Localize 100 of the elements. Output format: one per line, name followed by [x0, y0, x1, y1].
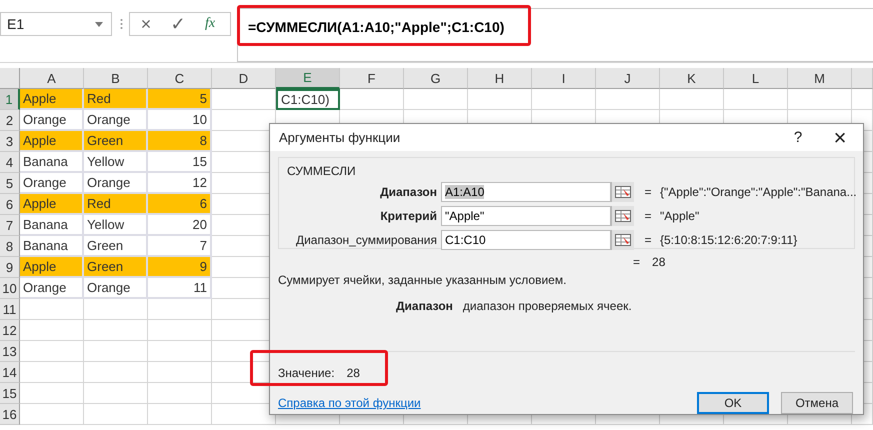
- table-cell: [20, 320, 84, 341]
- row-header[interactable]: 3: [0, 131, 20, 152]
- range-picker-button[interactable]: [611, 230, 634, 250]
- argument-label: Критерий: [379, 209, 437, 223]
- row-header[interactable]: 14: [0, 362, 20, 383]
- table-cell: Apple: [20, 194, 84, 215]
- function-description: Суммирует ячейки, заданные указанным условием.: [278, 273, 568, 287]
- row-header[interactable]: 1: [0, 89, 20, 110]
- column-header[interactable]: B: [84, 68, 148, 89]
- column-header[interactable]: H: [468, 68, 532, 89]
- help-button[interactable]: ?: [779, 129, 817, 146]
- argument-description: диапазон проверяемых ячеек.: [462, 299, 632, 313]
- row-header[interactable]: 7: [0, 215, 20, 236]
- name-box[interactable]: E1: [0, 12, 112, 36]
- table-cell: Apple: [20, 89, 84, 110]
- row-header[interactable]: 12: [0, 320, 20, 341]
- table-cell: [84, 404, 148, 425]
- row-header[interactable]: 5: [0, 173, 20, 194]
- range-picker-button[interactable]: [611, 182, 634, 202]
- table-cell: Banana: [20, 215, 84, 236]
- table-cell: Yellow: [84, 215, 148, 236]
- row-header[interactable]: 10: [0, 278, 20, 299]
- argument-result: {"Apple":"Orange":"Apple":"Banana...: [660, 185, 857, 199]
- table-cell: 5: [148, 89, 212, 110]
- row-header[interactable]: 13: [0, 341, 20, 362]
- column-header[interactable]: L: [724, 68, 788, 89]
- row-header[interactable]: 9: [0, 257, 20, 278]
- insert-function-button[interactable]: fx: [194, 16, 226, 32]
- table-cell: [84, 362, 148, 383]
- argument-field[interactable]: C1:C10: [441, 230, 611, 250]
- enter-button[interactable]: ✓: [162, 14, 194, 34]
- column-header[interactable]: G: [404, 68, 468, 89]
- dialog-title: Аргументы функции: [279, 130, 402, 145]
- formula-result: 28: [652, 255, 666, 269]
- row-header[interactable]: 16: [0, 404, 20, 425]
- function-name: СУММЕСЛИ: [287, 164, 357, 178]
- value-text: 28: [346, 366, 360, 380]
- table-cell: 8: [148, 131, 212, 152]
- table-cell: [148, 404, 212, 425]
- grip-icon: [120, 18, 123, 30]
- argument-field[interactable]: A1:A10: [441, 182, 611, 202]
- table-cell: 9: [148, 257, 212, 278]
- value-label: Значение:: [278, 366, 335, 380]
- table-cell: [20, 383, 84, 404]
- table-cell: Orange: [84, 278, 148, 299]
- row-header[interactable]: 8: [0, 236, 20, 257]
- table-cell: Apple: [20, 257, 84, 278]
- table-cell: 11: [148, 278, 212, 299]
- help-link[interactable]: Справка по этой функции: [278, 396, 685, 410]
- range-picker-icon: [615, 186, 631, 198]
- formula-field[interactable]: =СУММЕСЛИ(A1:A10;"Apple";C1:C10): [237, 8, 873, 62]
- argument-result: {5:10:8:15:12:6:20:7:9:11}: [660, 233, 798, 247]
- table-cell: 20: [148, 215, 212, 236]
- range-picker-icon: [615, 210, 631, 222]
- column-header[interactable]: F: [340, 68, 404, 89]
- table-cell: [84, 299, 148, 320]
- argument-field[interactable]: "Apple": [441, 206, 611, 226]
- table-cell: Banana: [20, 152, 84, 173]
- table-cell: [20, 341, 84, 362]
- equals-sign: =: [633, 255, 640, 269]
- table-cell: [84, 341, 148, 362]
- row-header[interactable]: 15: [0, 383, 20, 404]
- column-header[interactable]: D: [212, 68, 276, 89]
- range-picker-button[interactable]: [611, 206, 634, 226]
- dropdown-icon[interactable]: [95, 22, 103, 27]
- table-cell: [852, 89, 873, 110]
- column-header[interactable]: E: [276, 68, 340, 89]
- cancel-button[interactable]: ×: [130, 14, 162, 34]
- row-header[interactable]: 11: [0, 299, 20, 320]
- table-cell: [212, 89, 276, 110]
- column-header[interactable]: J: [596, 68, 660, 89]
- column-header[interactable]: C: [148, 68, 212, 89]
- row-header[interactable]: 4: [0, 152, 20, 173]
- table-cell: Red: [84, 89, 148, 110]
- argument-label: Диапазон: [379, 185, 437, 199]
- argument-name: Диапазон: [396, 299, 453, 313]
- column-header[interactable]: I: [532, 68, 596, 89]
- active-cell[interactable]: C1:C10): [276, 89, 340, 110]
- table-cell: Orange: [20, 278, 84, 299]
- table-cell: [20, 404, 84, 425]
- table-cell: Red: [84, 194, 148, 215]
- argument-label: Диапазон_суммирования: [294, 233, 437, 247]
- close-button[interactable]: ×: [817, 124, 863, 150]
- range-picker-icon: [615, 234, 631, 246]
- column-header[interactable]: K: [660, 68, 724, 89]
- dialog-button[interactable]: OK: [697, 392, 769, 414]
- row-header[interactable]: 6: [0, 194, 20, 215]
- row-header[interactable]: 2: [0, 110, 20, 131]
- table-cell: Yellow: [84, 152, 148, 173]
- column-header[interactable]: A: [20, 68, 84, 89]
- table-cell: Green: [84, 257, 148, 278]
- argument-result: "Apple": [660, 209, 700, 223]
- table-cell: [84, 383, 148, 404]
- equals-sign: =: [643, 209, 652, 223]
- column-header[interactable]: M: [788, 68, 852, 89]
- dialog-button[interactable]: Отмена: [781, 392, 853, 414]
- equals-sign: =: [643, 233, 652, 247]
- table-cell: 6: [148, 194, 212, 215]
- table-cell: 15: [148, 152, 212, 173]
- table-cell: Green: [84, 131, 148, 152]
